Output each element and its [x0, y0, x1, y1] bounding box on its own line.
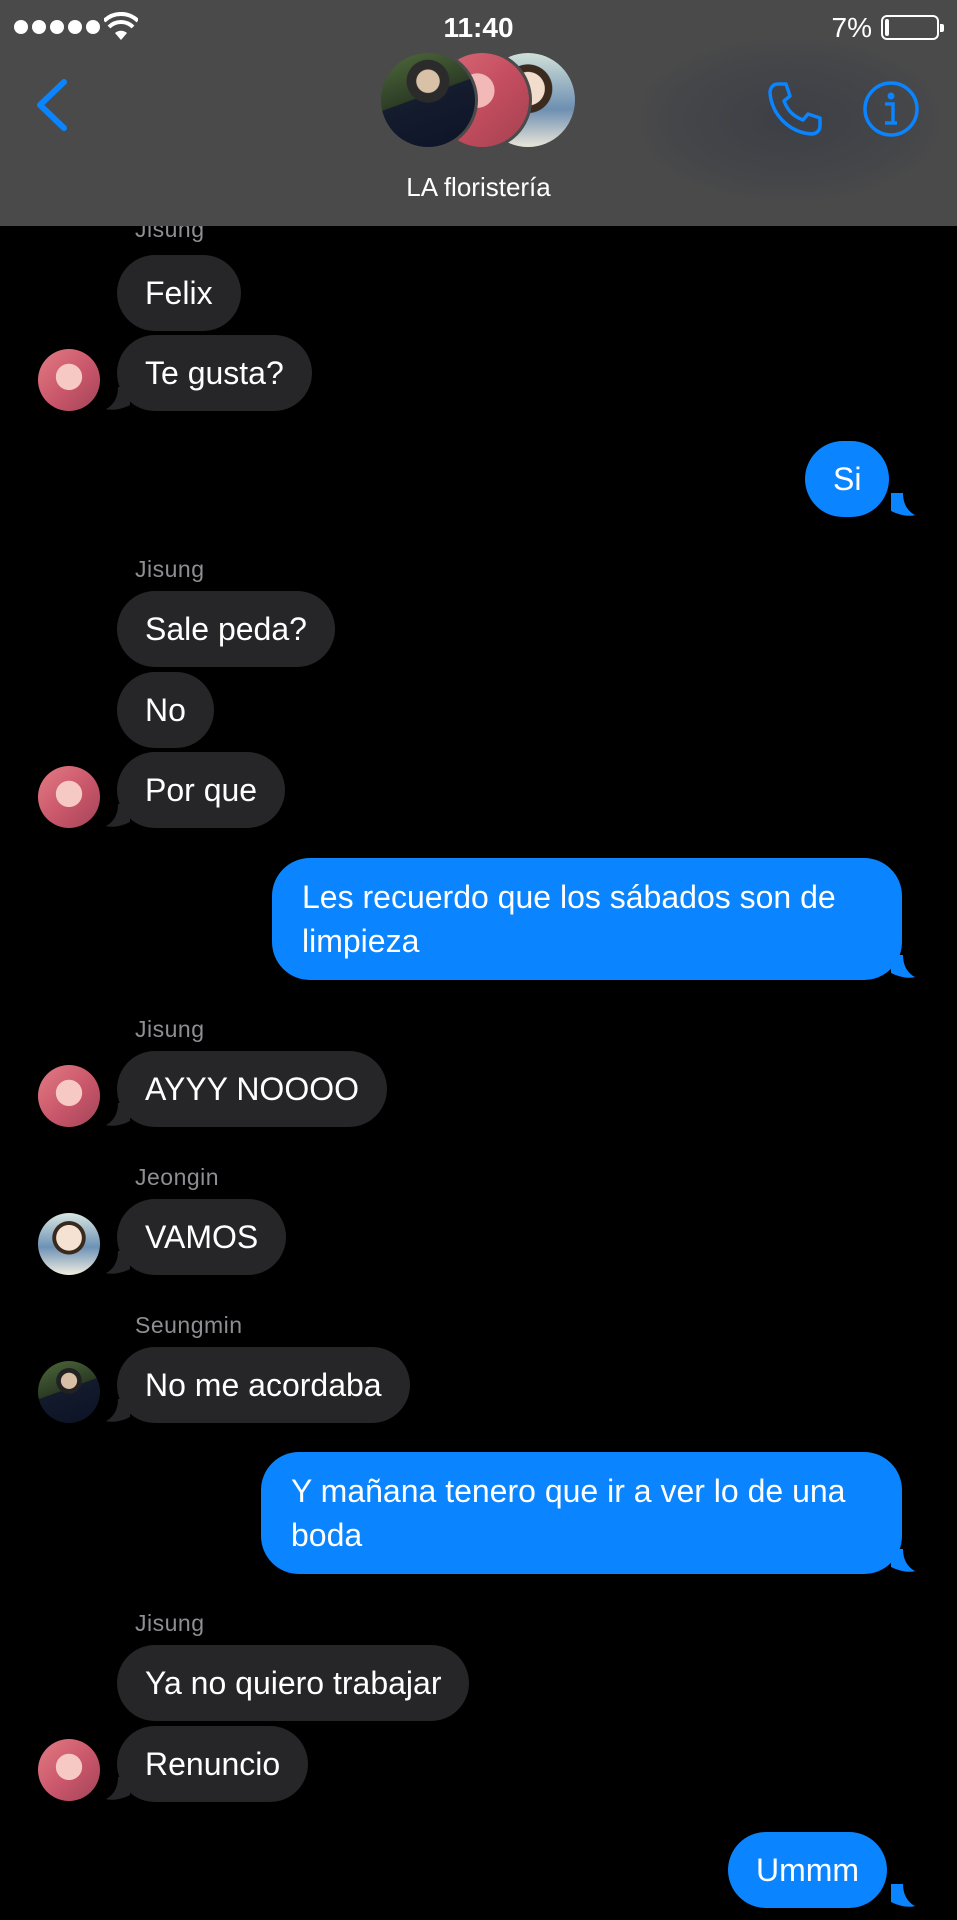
received-message[interactable]: No me acordaba	[117, 1347, 410, 1423]
avatar-jisung[interactable]	[38, 1065, 100, 1127]
status-bar: 11:40 7%	[0, 0, 957, 56]
avatar-jisung[interactable]	[38, 1739, 100, 1801]
received-message[interactable]: AYYY NOOOO	[117, 1051, 387, 1127]
sender-name: Jisung	[135, 1016, 205, 1042]
received-message[interactable]: Renuncio	[117, 1726, 309, 1802]
battery-fill	[885, 19, 889, 36]
received-message[interactable]: Sale peda?	[117, 591, 335, 667]
status-time: 11:40	[443, 12, 514, 43]
sender-name: Jisung	[135, 1610, 205, 1636]
avatar-jisung[interactable]	[38, 349, 100, 411]
received-message[interactable]: Por que	[117, 752, 286, 828]
sent-message[interactable]: Si	[805, 441, 890, 517]
received-message[interactable]: Ya no quiero trabajar	[117, 1645, 470, 1721]
received-message[interactable]: Felix	[117, 255, 241, 331]
battery-icon	[881, 15, 944, 40]
avatar-jeongin[interactable]	[38, 1213, 100, 1275]
avatar-seungmin[interactable]	[38, 1361, 100, 1423]
bubble-tail	[891, 493, 915, 516]
received-message[interactable]: No	[117, 672, 214, 748]
sent-message[interactable]: Y mañana tenero que ir a ver lo de una b…	[261, 1452, 902, 1574]
back-chevron-icon[interactable]	[30, 76, 74, 134]
group-avatar-stack[interactable]	[378, 50, 578, 154]
sender-name: Jisung	[135, 556, 205, 582]
received-message[interactable]: Te gusta?	[117, 335, 312, 411]
group-avatar	[378, 50, 478, 150]
sent-message[interactable]: Les recuerdo que los sábados son de limp…	[272, 858, 902, 980]
phone-icon[interactable]	[764, 80, 824, 138]
group-name[interactable]: LA floristería	[0, 172, 957, 203]
received-message[interactable]: VAMOS	[117, 1199, 287, 1275]
conversation-header: 11:40 7% LA floristería	[0, 0, 957, 226]
bubble-tail	[891, 955, 915, 978]
avatar-jisung[interactable]	[38, 766, 100, 828]
sender-name: Seungmin	[135, 1312, 243, 1338]
battery-percentage: 7%	[831, 12, 872, 43]
sent-message[interactable]: Ummm	[728, 1832, 888, 1908]
bubble-tail	[891, 1549, 915, 1572]
sender-name: Jeongin	[135, 1164, 220, 1190]
info-icon[interactable]	[862, 80, 920, 138]
bubble-tail	[891, 1884, 915, 1907]
